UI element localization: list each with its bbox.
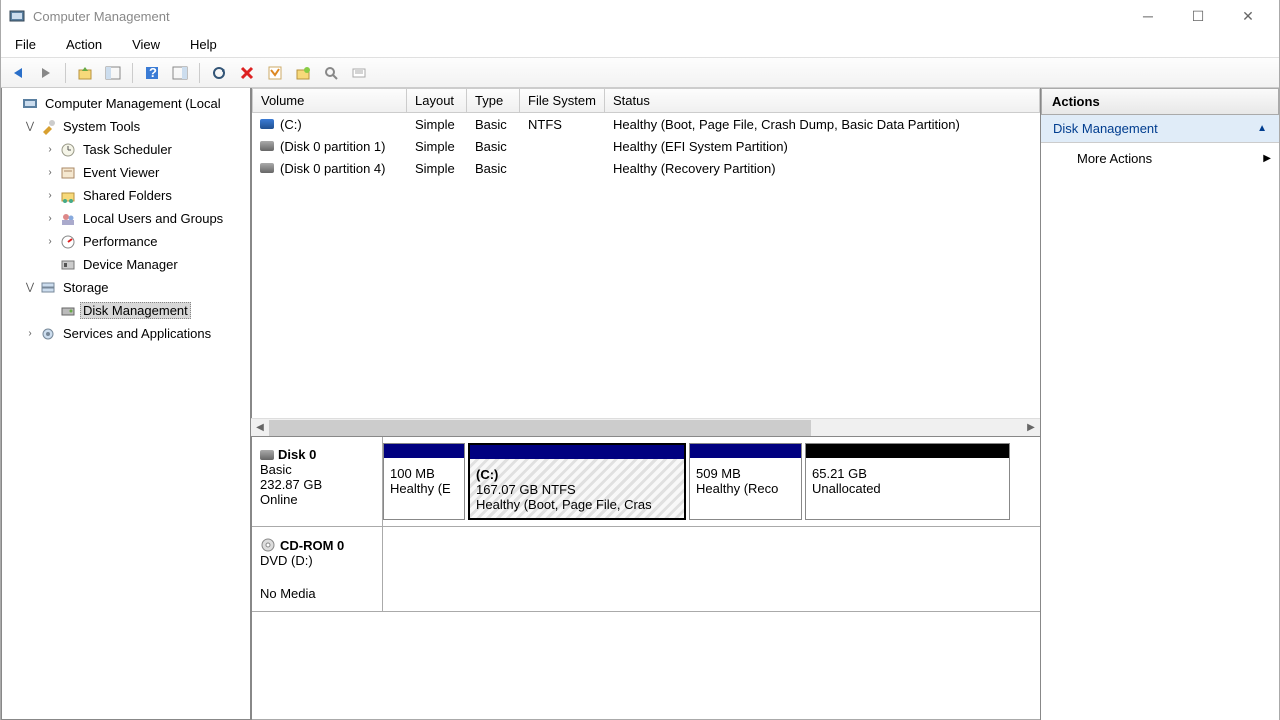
scroll-left-icon[interactable]: ◀ [251,422,269,433]
settings-button[interactable] [348,62,370,84]
drive-icon [260,119,274,129]
hdd-icon [260,450,274,460]
tree-root[interactable]: Computer Management (Local [6,92,250,115]
clock-icon [60,142,76,158]
tree-performance[interactable]: ›Performance [6,230,250,253]
back-button[interactable] [7,62,29,84]
properties-button[interactable] [264,62,286,84]
maximize-button[interactable]: ☐ [1183,8,1213,25]
device-icon [60,257,76,273]
col-layout[interactable]: Layout [407,88,467,113]
users-icon [60,211,76,227]
cdrom-icon [260,537,276,553]
performance-icon [60,234,76,250]
menu-file[interactable]: File [9,35,42,54]
tree-shared-folders[interactable]: ›Shared Folders [6,184,250,207]
tree-local-users[interactable]: ›Local Users and Groups [6,207,250,230]
help-button[interactable]: ? [141,62,163,84]
drive-icon [260,141,274,151]
shared-folder-icon [60,188,76,204]
partition-unallocated[interactable]: 65.21 GBUnallocated [805,443,1010,520]
up-button[interactable] [74,62,96,84]
services-icon [40,326,56,342]
actions-header: Actions [1041,88,1279,115]
show-hide-tree-button[interactable] [102,62,124,84]
event-icon [60,165,76,181]
horizontal-scrollbar[interactable]: ◀ ▶ [251,418,1040,436]
action-section[interactable]: Disk Management ▲ [1041,115,1279,143]
volume-header: Volume Layout Type File System Status [252,88,1040,113]
scroll-right-icon[interactable]: ▶ [1022,422,1040,433]
scroll-thumb[interactable] [269,420,811,436]
tree-disk-management[interactable]: Disk Management [6,299,250,322]
delete-button[interactable] [236,62,258,84]
find-button[interactable] [320,62,342,84]
svg-text:?: ? [149,65,157,80]
partition-c[interactable]: (C:)167.07 GB NTFSHealthy (Boot, Page Fi… [468,443,686,520]
app-icon [9,8,25,24]
tools-icon [40,119,56,135]
actions-pane: Actions Disk Management ▲ More Actions ▶ [1041,88,1279,720]
tree-system-tools[interactable]: ⋁System Tools [6,115,250,138]
tree-storage[interactable]: ⋁Storage [6,276,250,299]
new-button[interactable] [292,62,314,84]
tree-services[interactable]: ›Services and Applications [6,322,250,345]
disk-row[interactable]: Disk 0 Basic 232.87 GB Online 100 MBHeal… [252,437,1040,527]
menu-help[interactable]: Help [184,35,223,54]
close-button[interactable]: ✕ [1233,8,1263,25]
volume-list[interactable]: Volume Layout Type File System Status (C… [251,88,1040,418]
navigation-tree[interactable]: Computer Management (Local ⋁System Tools… [1,88,251,720]
cdrom-row[interactable]: CD-ROM 0 DVD (D:) No Media [252,527,1040,612]
refresh-button[interactable] [208,62,230,84]
computer-icon [22,96,38,112]
tree-task-scheduler[interactable]: ›Task Scheduler [6,138,250,161]
toolbar: ? [1,58,1279,88]
menu-action[interactable]: Action [60,35,108,54]
window-title: Computer Management [33,9,170,24]
col-volume[interactable]: Volume [252,88,407,113]
minimize-button[interactable]: ─ [1133,8,1163,25]
disk-label[interactable]: Disk 0 Basic 232.87 GB Online [252,437,382,526]
disk-icon [60,303,76,319]
volume-row[interactable]: (C:) Simple Basic NTFS Healthy (Boot, Pa… [252,113,1040,135]
partition[interactable]: 100 MBHealthy (E [383,443,465,520]
col-status[interactable]: Status [605,88,1040,113]
cdrom-label[interactable]: CD-ROM 0 DVD (D:) No Media [252,527,382,611]
col-type[interactable]: Type [467,88,520,113]
volume-row[interactable]: (Disk 0 partition 1) Simple Basic Health… [252,135,1040,157]
storage-icon [40,280,56,296]
col-filesystem[interactable]: File System [520,88,605,113]
action-more[interactable]: More Actions ▶ [1041,143,1279,174]
drive-icon [260,163,274,173]
tree-device-manager[interactable]: Device Manager [6,253,250,276]
menu-view[interactable]: View [126,35,166,54]
titlebar: Computer Management ─ ☐ ✕ [1,0,1279,32]
action-pane-button[interactable] [169,62,191,84]
collapse-icon: ▲ [1257,123,1267,134]
menubar: File Action View Help [1,32,1279,58]
partition[interactable]: 509 MBHealthy (Reco [689,443,802,520]
forward-button[interactable] [35,62,57,84]
volume-row[interactable]: (Disk 0 partition 4) Simple Basic Health… [252,157,1040,179]
submenu-icon: ▶ [1263,153,1271,164]
tree-event-viewer[interactable]: ›Event Viewer [6,161,250,184]
center-pane: Volume Layout Type File System Status (C… [251,88,1041,720]
disk-graphical-view: Disk 0 Basic 232.87 GB Online 100 MBHeal… [251,436,1040,720]
